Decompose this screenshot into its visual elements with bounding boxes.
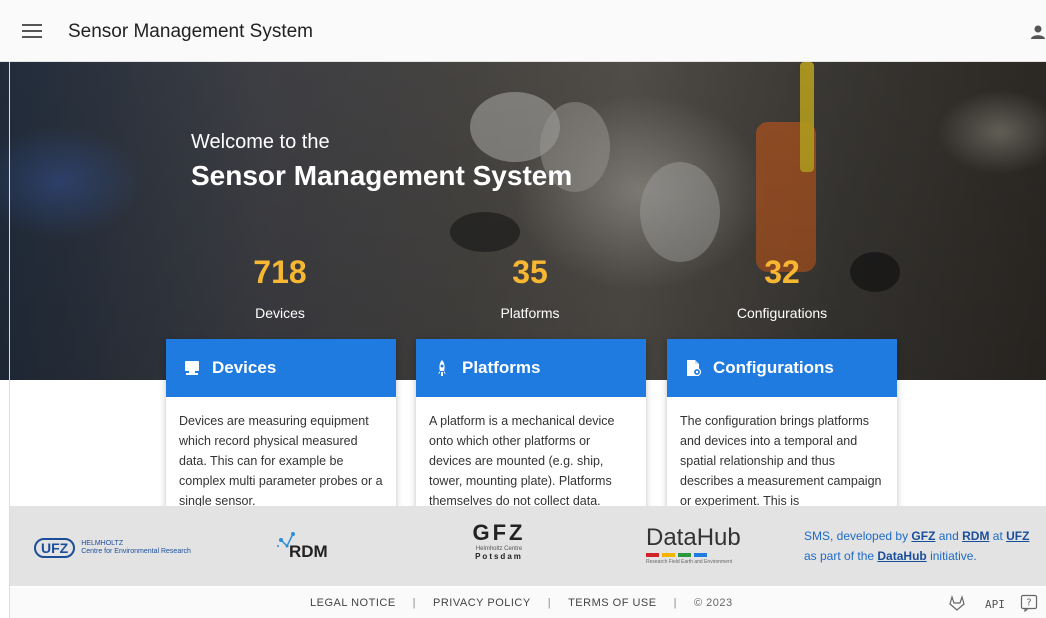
separator: | [673,597,677,609]
stat-configurations: 32 Configurations [682,254,882,321]
help-icon[interactable]: ? [1020,594,1038,617]
footer-links: LEGAL NOTICE | PRIVACY POLICY | TERMS OF… [310,597,733,609]
credits-text-part: and [935,529,963,543]
card-description: A platform is a mechanical device onto w… [429,414,615,508]
ufz-logo-subtitle: HELMHOLTZ Centre for Environmental Resea… [81,540,191,556]
card-configurations-header[interactable]: Configurations [667,339,897,397]
gfz-logo-word: GFZ [472,520,526,545]
card-title: Configurations [713,358,834,377]
partner-logos: UFZ HELMHOLTZ Centre for Environmental R… [10,506,1046,586]
card-platforms-header[interactable]: Platforms [416,339,646,397]
card-description: Devices are measuring equipment which re… [179,414,383,508]
monitor-icon [182,358,202,378]
ufz-link[interactable]: UFZ [1006,529,1029,543]
credits-text-part: initiative. [926,549,977,563]
svg-text:?: ? [1026,598,1031,609]
datahub-color-bars [646,553,741,557]
stat-value: 35 [512,254,548,290]
terms-of-use-link[interactable]: TERMS OF USE [568,597,657,609]
rdm-logo-word: RDM [289,542,328,561]
api-link[interactable]: API [985,598,1005,611]
menu-icon[interactable] [22,24,42,38]
card-platforms: Platforms A platform is a mechanical dev… [416,339,646,509]
welcome-headline: Sensor Management System [191,160,573,191]
separator: | [547,597,552,609]
stat-label: Devices [255,305,305,321]
datahub-link[interactable]: DataHub [877,549,926,563]
rdm-logo[interactable]: RDM [275,530,328,561]
app-bar: Sensor Management System [0,0,1046,62]
datahub-logo[interactable]: DataHub Research Field Earth and Environ… [646,524,741,565]
credits-text-part: as part of the [804,549,878,563]
footer-bar: LEGAL NOTICE | PRIVACY POLICY | TERMS OF… [10,588,1046,618]
datahub-logo-subtitle: Research Field Earth and Environment [646,559,733,565]
welcome-text: Welcome to the [191,131,330,153]
gfz-link[interactable]: GFZ [911,529,935,543]
app-title: Sensor Management System [68,21,314,42]
stat-value: 32 [764,254,800,290]
stat-value: 718 [253,254,307,290]
copyright: © 2023 [693,597,733,609]
card-description: The configuration brings platforms and d… [680,414,882,508]
separator: | [412,597,417,609]
gfz-logo[interactable]: GFZ Helmholtz Centre Potsdam [454,520,544,561]
hero-banner: Welcome to the Sensor Management System … [0,62,1046,380]
ufz-logo[interactable]: UFZ HELMHOLTZ Centre for Environmental R… [34,538,191,558]
ufz-logo-line1: HELMHOLTZ [81,540,124,547]
datahub-logo-word: DataHub [646,524,741,551]
card-devices: Devices Devices are measuring equipment … [166,339,396,509]
card-configurations: Configurations The configuration brings … [667,339,897,509]
stat-label: Platforms [500,305,560,321]
hero-overlay [0,62,1046,380]
credits-text-part: at [989,529,1007,543]
legal-notice-link[interactable]: LEGAL NOTICE [310,597,396,609]
account-icon[interactable] [1030,24,1046,40]
ufz-logo-line2: Centre for Environmental Research [81,548,191,555]
stat-platforms: 35 Platforms [430,254,630,321]
ufz-logo-word: UFZ [34,538,76,558]
credits-text-part: SMS, developed by [804,529,912,543]
card-devices-header[interactable]: Devices [166,339,396,397]
file-cog-icon [683,358,703,378]
gfz-logo-city: Potsdam [475,552,523,561]
card-title: Platforms [462,358,541,377]
card-title: Devices [212,358,277,377]
stat-label: Configurations [736,305,828,321]
rocket-icon [432,358,452,378]
privacy-policy-link[interactable]: PRIVACY POLICY [433,597,531,609]
credits-text: SMS, developed by GFZ and RDM at UFZ as … [804,526,1029,566]
stat-devices: 718 Devices [180,254,380,321]
gitlab-icon[interactable] [948,594,966,617]
rdm-link[interactable]: RDM [962,529,989,543]
